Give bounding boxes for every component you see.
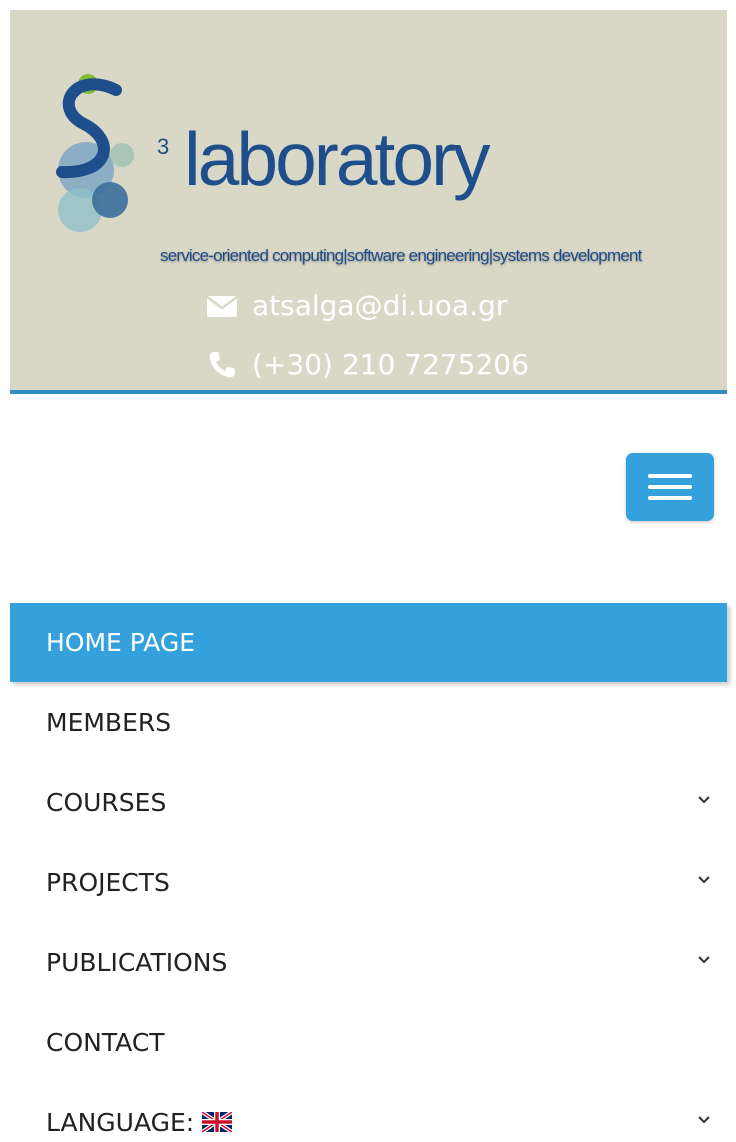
logo-wordmark: laboratory [184,117,491,201]
nav-item-label: COURSES [46,787,167,817]
nav-item-label: LANGUAGE: [46,1107,195,1137]
chevron-down-icon[interactable] [697,873,711,887]
hamburger-menu-icon [648,474,692,478]
s3-logo-mark-icon [56,74,134,232]
nav-item-label: MEMBERS [46,707,172,737]
nav-item-members[interactable]: MEMBERS [10,682,727,762]
nav-item-publications[interactable]: PUBLICATIONS [10,922,727,1002]
phone-text: (+30) 210 7275206 [252,348,529,381]
envelope-icon [206,295,238,317]
nav-item-projects[interactable]: PROJECTS [10,842,727,922]
uk-flag-icon [202,1112,233,1132]
contact-phone[interactable]: (+30) 210 7275206 [206,348,529,381]
chevron-down-icon[interactable] [697,953,711,967]
hamburger-menu-icon [648,485,692,489]
lab-logo[interactable]: 3 laboratory service-oriented computing|… [44,60,728,265]
nav-item-contact[interactable]: CONTACT [10,1002,727,1082]
nav-item-label: CONTACT [46,1027,165,1057]
chevron-down-icon[interactable] [697,1113,711,1127]
phone-icon [209,351,235,377]
nav-item-label: HOME PAGE [46,628,196,657]
header-divider [10,390,727,394]
chevron-down-icon[interactable] [697,793,711,807]
main-navigation: HOME PAGE MEMBERS COURSES PROJECTS PUBLI… [10,603,727,1142]
site-header: 3 laboratory service-oriented computing|… [10,10,727,390]
nav-item-label: PUBLICATIONS [46,947,228,977]
email-text: atsalga@di.uoa.gr [252,289,508,322]
nav-item-label: PROJECTS [46,867,170,897]
logo-superscript: 3 [157,134,170,159]
hamburger-menu-icon [648,496,692,500]
logo-tagline: service-oriented computing|software engi… [160,246,642,265]
nav-item-courses[interactable]: COURSES [10,762,727,842]
menu-toggle-button[interactable] [626,453,714,521]
nav-item-home-page[interactable]: HOME PAGE [10,603,727,682]
nav-item-language[interactable]: LANGUAGE: [10,1082,727,1142]
contact-email[interactable]: atsalga@di.uoa.gr [206,289,507,322]
